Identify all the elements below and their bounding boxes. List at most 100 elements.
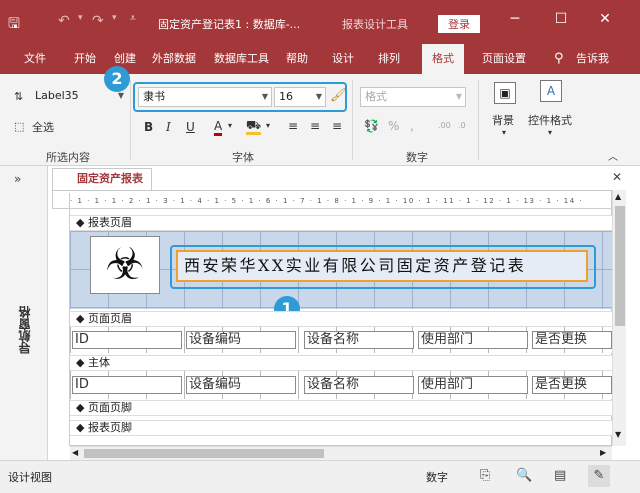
detail-field-id[interactable]: ID (72, 376, 182, 394)
select-all-button[interactable]: 全选 (32, 119, 54, 135)
group-label-number: 数字 (406, 151, 428, 164)
highlight-color-icon[interactable]: ⛟ (246, 119, 262, 135)
chevron-down-icon[interactable]: ▾ (548, 128, 552, 137)
tab-page-setup[interactable]: 页面设置 (476, 44, 532, 74)
save-icon[interactable]: 🖫 (8, 13, 20, 37)
detail-field-device-code[interactable]: 设备编码 (186, 376, 296, 394)
number-format-combo[interactable]: 格式 ▼ (360, 87, 466, 107)
detail-field-replace[interactable]: 是否更换 (532, 376, 612, 394)
section-label: 报表页脚 (87, 421, 132, 434)
background-button[interactable]: 背景 (492, 112, 514, 128)
bold-button[interactable]: B (144, 120, 153, 134)
navigation-pane[interactable]: » 导航窗格 (0, 166, 48, 460)
tell-me-box[interactable]: 告诉我 (570, 44, 615, 74)
tab-file[interactable]: 文件 (18, 44, 52, 74)
chevron-down-icon[interactable]: ▾ (266, 121, 270, 130)
group-label-selection: 所选内容 (46, 151, 90, 164)
align-right-icon[interactable]: ≡ (332, 119, 342, 133)
detail-field-department[interactable]: 使用部门 (418, 376, 528, 394)
ribbon-tabs: 文件 开始 创建 外部数据 数据库工具 帮助 设计 排列 格式 页面设置 ⚲ 告… (0, 44, 640, 74)
collapse-ribbon-icon[interactable]: ︿ (608, 148, 618, 163)
header-label-id[interactable]: ID (72, 331, 182, 349)
nav-pane-label: 导航窗格 (18, 306, 32, 354)
section-detail[interactable]: ◆ 主体 (70, 355, 612, 371)
undo-dropdown-icon[interactable]: ▾ (78, 13, 83, 23)
control-format-icon[interactable]: A (540, 80, 562, 102)
detail-field-device-name[interactable]: 设备名称 (304, 376, 414, 394)
report-view-icon[interactable]: ⎘ (480, 468, 490, 483)
section-arrow-icon: ◆ (76, 356, 85, 369)
detail-area: ID 设备编码 设备名称 使用部门 是否更换 (70, 371, 612, 399)
header-label-device-code[interactable]: 设备编码 (186, 331, 296, 349)
redo-dropdown-icon[interactable]: ▾ (112, 13, 117, 23)
undo-icon[interactable]: ↶ (58, 13, 70, 29)
expand-nav-icon[interactable]: » (14, 172, 21, 186)
group-divider (130, 80, 131, 160)
comma-button[interactable]: , (410, 119, 414, 133)
group-divider (478, 80, 479, 160)
currency-icon[interactable]: 💱 (364, 119, 379, 133)
tab-external-data[interactable]: 外部数据 (146, 44, 202, 74)
chevron-down-icon[interactable]: ▾ (228, 121, 232, 130)
font-callout-box (133, 82, 347, 112)
ruler-corner[interactable] (52, 193, 70, 209)
chevron-down-icon[interactable]: ▾ (502, 128, 506, 137)
title-bar: 🖫 ↶ ▾ ↷ ▾ ⩡ 固定资产登记表1 : 数据库-... 报表设计工具 登录… (0, 0, 640, 44)
chevron-down-icon: ▼ (455, 92, 462, 101)
vertical-scroll-thumb[interactable] (615, 206, 625, 326)
percent-button[interactable]: % (388, 119, 399, 133)
section-report-header[interactable]: ◆ 报表页眉 (70, 215, 612, 231)
vertical-ruler (52, 209, 70, 446)
vertical-scrollbar[interactable]: ▲ ▼ (612, 190, 626, 446)
underline-button[interactable]: U (186, 120, 195, 134)
control-format-button[interactable]: 控件格式 (528, 112, 572, 128)
group-label-font: 字体 (232, 151, 254, 164)
background-image-icon[interactable]: ▣ (494, 82, 516, 104)
horizontal-scroll-thumb[interactable] (84, 449, 324, 458)
scroll-right-icon[interactable]: ▶ (600, 448, 606, 457)
section-page-footer[interactable]: ◆ 页面页脚 (70, 400, 612, 416)
close-icon[interactable]: ✕ (590, 11, 620, 27)
section-label: 页面页眉 (87, 312, 132, 325)
maximize-icon[interactable]: ☐ (546, 11, 576, 27)
tab-database-tools[interactable]: 数据库工具 (208, 44, 275, 74)
login-button[interactable]: 登录 (438, 15, 480, 33)
horizontal-scrollbar[interactable]: ◀ ▶ (70, 446, 612, 460)
section-label: 报表页眉 (87, 216, 132, 229)
header-label-department[interactable]: 使用部门 (418, 331, 528, 349)
align-center-icon[interactable]: ≡ (310, 119, 320, 133)
customize-qat-icon[interactable]: ⩡ (130, 13, 136, 24)
redo-icon[interactable]: ↷ (92, 13, 104, 29)
header-label-device-name[interactable]: 设备名称 (304, 331, 414, 349)
tab-design[interactable]: 设计 (326, 44, 360, 74)
title-callout-box (170, 245, 596, 289)
section-report-footer[interactable]: ◆ 报表页脚 (70, 420, 612, 436)
tab-format[interactable]: 格式 (422, 44, 464, 74)
document-tab[interactable]: 固定资产报表 (52, 168, 152, 190)
status-num-lock: 数字 (426, 471, 448, 484)
logo-image[interactable]: ☣ (90, 236, 160, 294)
layout-view-icon[interactable]: ▤ (554, 468, 566, 483)
tab-arrange[interactable]: 排列 (372, 44, 406, 74)
italic-button[interactable]: I (166, 120, 171, 134)
increase-decimal-button[interactable]: .00 (438, 121, 451, 130)
ribbon-format: ⇅ Label35 ▼ ⬚ 全选 所选内容 隶书 ▼ 16 ▼ 🖌 2 B I … (0, 66, 640, 166)
section-label: 主体 (87, 356, 110, 369)
font-color-button[interactable]: A (214, 120, 223, 136)
horizontal-ruler: · 1 · 1 · 1 · 2 · 1 · 3 · 1 · 4 · 1 · 5 … (70, 193, 612, 209)
close-document-icon[interactable]: ✕ (612, 170, 622, 184)
header-label-replace[interactable]: 是否更换 (532, 331, 612, 349)
print-preview-icon[interactable]: 🔍 (516, 468, 532, 483)
scroll-up-icon[interactable]: ▲ (615, 192, 621, 201)
design-view-icon[interactable]: ✎ (588, 465, 610, 487)
minimize-icon[interactable]: ─ (500, 11, 530, 27)
scroll-down-icon[interactable]: ▼ (615, 430, 621, 439)
tab-home[interactable]: 开始 (68, 44, 102, 74)
scroll-left-icon[interactable]: ◀ (72, 448, 78, 457)
number-format-value: 格式 (365, 90, 387, 103)
section-page-header[interactable]: ◆ 页面页眉 (70, 311, 612, 327)
section-arrow-icon: ◆ (76, 312, 85, 325)
decrease-decimal-button[interactable]: .0 (458, 121, 466, 130)
tab-help[interactable]: 帮助 (280, 44, 314, 74)
align-left-icon[interactable]: ≡ (288, 119, 298, 133)
